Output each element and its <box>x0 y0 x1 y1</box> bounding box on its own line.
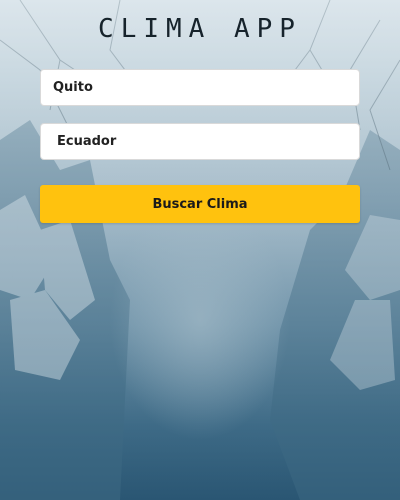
country-input[interactable] <box>40 123 360 160</box>
city-input[interactable] <box>40 69 360 106</box>
search-weather-button[interactable]: Buscar Clima <box>40 185 360 223</box>
app-title: CLIMA APP <box>98 14 302 44</box>
